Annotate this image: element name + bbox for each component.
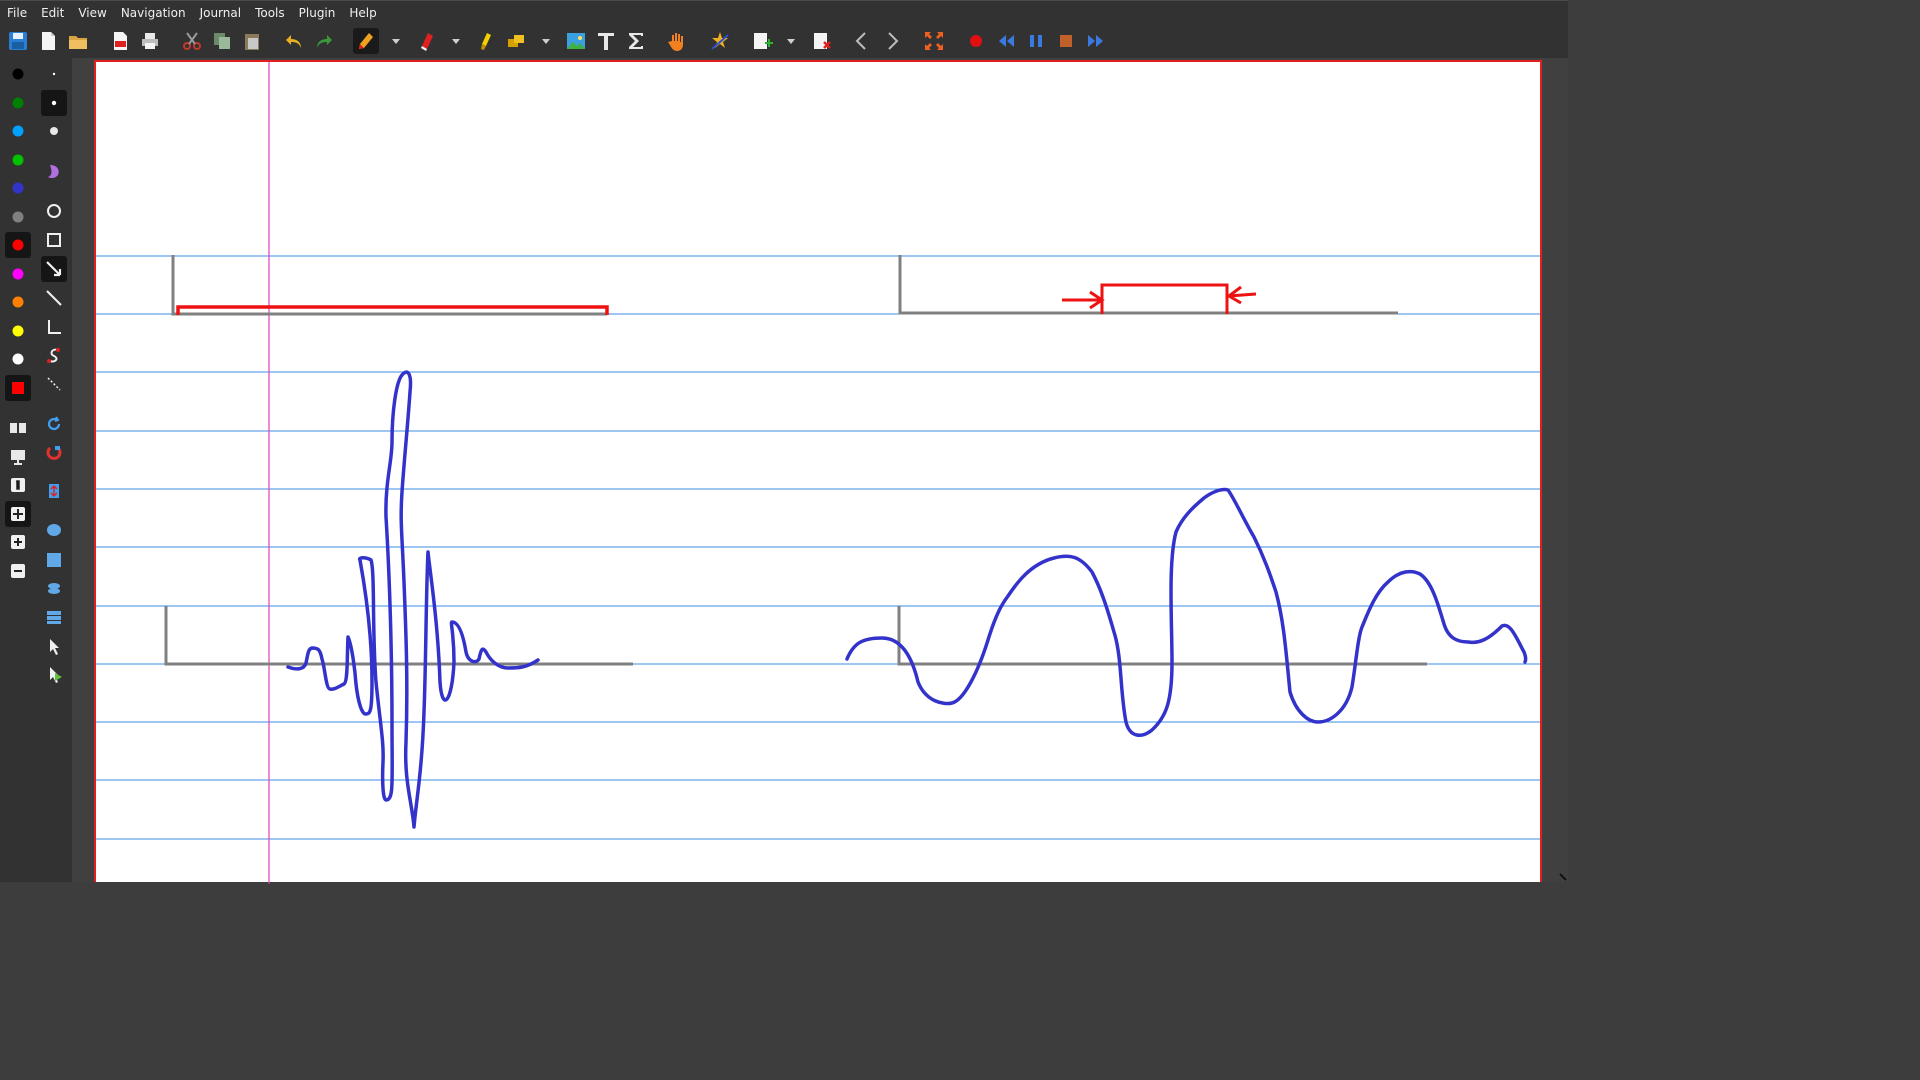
- eraser-dropdown[interactable]: [450, 28, 462, 54]
- color-magenta-swatch[interactable]: [5, 261, 31, 287]
- menu-journal[interactable]: Journal: [193, 1, 249, 25]
- select-lasso-icon[interactable]: [41, 518, 67, 544]
- zoom-out-icon[interactable]: [5, 558, 31, 584]
- export-pdf-icon[interactable]: [107, 28, 133, 54]
- page-rules: [96, 255, 1540, 840]
- resize-grip-icon[interactable]: [1558, 872, 1568, 882]
- color-red-swatch[interactable]: [5, 232, 31, 258]
- grid-snapping-icon[interactable]: [41, 439, 67, 465]
- custom-color-swatch[interactable]: [5, 375, 31, 401]
- size-fine-icon[interactable]: [41, 90, 67, 116]
- menu-bar: File Edit View Navigation Journal Tools …: [0, 0, 1568, 25]
- compress-arrow-left: [1062, 290, 1105, 310]
- journal-page[interactable]: [94, 60, 1542, 884]
- menu-help[interactable]: Help: [342, 1, 383, 25]
- stop-icon[interactable]: [1053, 28, 1079, 54]
- save-icon[interactable]: [5, 28, 31, 54]
- axes-top-left: [171, 255, 607, 316]
- redo-icon[interactable]: [311, 28, 337, 54]
- fill-icon[interactable]: [41, 158, 67, 184]
- menu-file[interactable]: File: [0, 1, 34, 25]
- eraser-icon[interactable]: [413, 28, 439, 54]
- record-icon[interactable]: [963, 28, 989, 54]
- color-orange-swatch[interactable]: [5, 289, 31, 315]
- color-blue-swatch[interactable]: [5, 175, 31, 201]
- pause-icon[interactable]: [1023, 28, 1049, 54]
- draw-rectangle-icon[interactable]: [41, 227, 67, 253]
- add-page-icon[interactable]: [749, 28, 775, 54]
- new-document-icon[interactable]: [35, 28, 61, 54]
- zoom-fit-icon[interactable]: [5, 501, 31, 527]
- ruler-icon[interactable]: [41, 371, 67, 397]
- next-page-icon[interactable]: [879, 28, 905, 54]
- previous-page-icon[interactable]: [849, 28, 875, 54]
- draw-line-icon[interactable]: [41, 285, 67, 311]
- copy-icon[interactable]: [209, 28, 235, 54]
- menu-navigation[interactable]: Navigation: [114, 1, 193, 25]
- select-multilayer-icon[interactable]: [41, 604, 67, 630]
- color-green-swatch[interactable]: [5, 90, 31, 116]
- draw-circle-icon[interactable]: [41, 198, 67, 224]
- narrow-pulse-stroke: [1100, 283, 1229, 314]
- compress-arrow-right: [1226, 285, 1257, 305]
- select-dropdown[interactable]: [540, 28, 552, 54]
- menu-tools[interactable]: Tools: [248, 1, 292, 25]
- latex-sigma-icon[interactable]: [623, 28, 649, 54]
- color-light-green-swatch[interactable]: [5, 147, 31, 173]
- color-white-swatch[interactable]: [5, 346, 31, 372]
- select-rectangle-icon[interactable]: [41, 547, 67, 573]
- text-icon[interactable]: [593, 28, 619, 54]
- draw-coordinate-system-icon[interactable]: [41, 314, 67, 340]
- wide-wave-stroke: [845, 487, 1528, 737]
- fast-forward-icon[interactable]: [1083, 28, 1109, 54]
- open-folder-icon[interactable]: [65, 28, 91, 54]
- size-medium-icon[interactable]: [41, 118, 67, 144]
- image-icon[interactable]: [563, 28, 589, 54]
- axes-bottom-right: [897, 606, 1427, 666]
- play-object-recording-icon[interactable]: [41, 661, 67, 687]
- play-object-icon[interactable]: [41, 633, 67, 659]
- hand-icon[interactable]: [665, 28, 691, 54]
- main-toolbar: [0, 24, 1568, 58]
- rewind-icon[interactable]: [993, 28, 1019, 54]
- shape-recognizer-icon[interactable]: [707, 28, 733, 54]
- size-very-fine-icon[interactable]: [41, 61, 67, 87]
- pen-icon[interactable]: [353, 28, 379, 54]
- color-black-swatch[interactable]: [5, 61, 31, 87]
- pen-dropdown[interactable]: [390, 28, 402, 54]
- draw-arrow-icon[interactable]: [41, 256, 67, 282]
- two-pages-icon[interactable]: [5, 415, 31, 441]
- zoom-100-icon[interactable]: [5, 472, 31, 498]
- zoom-in-icon[interactable]: [5, 529, 31, 555]
- highlighter-icon[interactable]: [473, 28, 499, 54]
- presentation-mode-icon[interactable]: [5, 444, 31, 470]
- select-region-icon[interactable]: [503, 28, 529, 54]
- undo-icon[interactable]: [281, 28, 307, 54]
- rotation-snapping-icon[interactable]: [41, 411, 67, 437]
- menu-edit[interactable]: Edit: [34, 1, 71, 25]
- draw-spline-icon[interactable]: [41, 343, 67, 369]
- delete-page-icon[interactable]: [809, 28, 835, 54]
- color-yellow-swatch[interactable]: [5, 318, 31, 344]
- fullscreen-icon[interactable]: [921, 28, 947, 54]
- menu-view[interactable]: View: [71, 1, 113, 25]
- narrow-wavelet-stroke: [286, 370, 540, 829]
- paste-icon[interactable]: [239, 28, 265, 54]
- color-gray-swatch[interactable]: [5, 204, 31, 230]
- add-page-dropdown[interactable]: [785, 28, 797, 54]
- axes-bottom-left: [164, 606, 633, 666]
- select-object-icon[interactable]: [41, 576, 67, 602]
- tool-sidebar: [0, 58, 72, 882]
- color-light-blue-swatch[interactable]: [5, 118, 31, 144]
- menu-plugin[interactable]: Plugin: [292, 1, 343, 25]
- vertical-space-icon[interactable]: [41, 478, 67, 504]
- print-icon[interactable]: [137, 28, 163, 54]
- cut-icon[interactable]: [179, 28, 205, 54]
